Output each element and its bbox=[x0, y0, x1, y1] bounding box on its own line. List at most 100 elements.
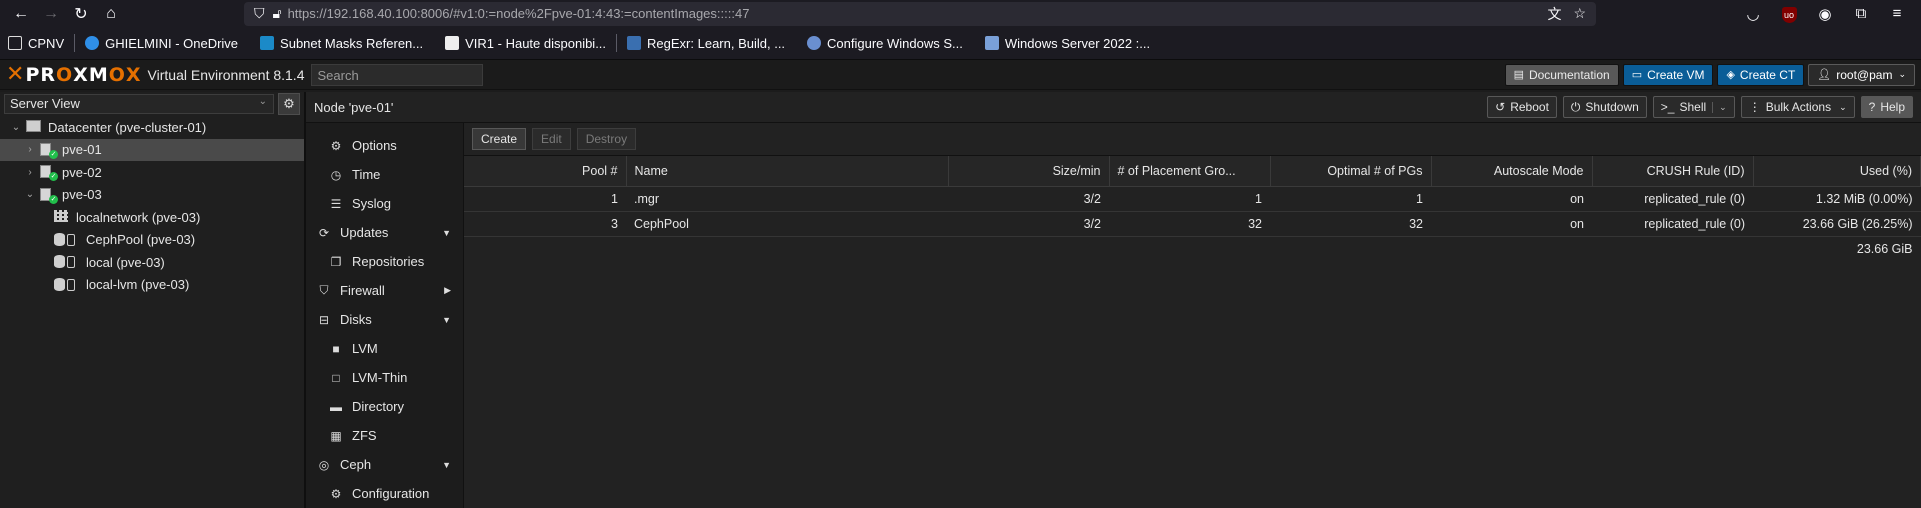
menu-lvm-thin[interactable]: □ LVM-Thin bbox=[306, 363, 463, 392]
menu-ceph-configuration[interactable]: ⚙ Configuration bbox=[306, 479, 463, 508]
url-path: :8006/#v1:0:=node%2Fpve-01:4:43:=content… bbox=[416, 6, 750, 21]
monitor-icon: ▭ bbox=[1631, 69, 1643, 81]
summary-row: 23.66 GiB bbox=[464, 236, 1921, 261]
account-icon[interactable]: ◉ bbox=[1807, 5, 1843, 23]
site-icon bbox=[260, 36, 275, 50]
col-pool-number[interactable]: Pool # bbox=[464, 156, 627, 187]
menu-repositories[interactable]: ❐ Repositories bbox=[306, 247, 463, 276]
menu-directory[interactable]: ▬ Directory bbox=[306, 392, 463, 421]
create-vm-button[interactable]: ▭ Create VM bbox=[1622, 63, 1714, 86]
reload-icon[interactable]: ↻ bbox=[66, 0, 96, 27]
forward-icon[interactable]: → bbox=[36, 0, 66, 27]
menu-options[interactable]: ⚙ Options bbox=[306, 131, 463, 160]
reboot-icon: ↺ bbox=[1495, 100, 1506, 114]
menu-updates[interactable]: ⟳ Updates ▼ bbox=[306, 218, 463, 247]
notion-icon bbox=[445, 36, 460, 50]
power-icon: ⏻ bbox=[1570, 99, 1581, 114]
help-button[interactable]: ? Help bbox=[1860, 96, 1913, 118]
menu-disks[interactable]: ⊟ Disks ▼ bbox=[306, 305, 463, 334]
bookmark-vir1[interactable]: VIR1 - Haute disponibi... bbox=[445, 36, 606, 51]
col-size-min[interactable]: Size/min bbox=[948, 156, 1110, 187]
col-placement-groups[interactable]: # of Placement Gro... bbox=[1109, 156, 1271, 187]
database-icon bbox=[54, 232, 80, 247]
chevron-down-icon[interactable]: ⌄ bbox=[1712, 101, 1727, 113]
chevron-down-icon: ⌄ bbox=[1898, 69, 1906, 79]
bookmark-configure-windows[interactable]: Configure Windows S... bbox=[807, 36, 963, 51]
folder-icon bbox=[8, 36, 22, 50]
ublock-icon[interactable]: uo bbox=[1771, 5, 1807, 23]
create-button[interactable]: Create bbox=[472, 128, 527, 150]
col-name[interactable]: Name bbox=[626, 156, 949, 187]
gear-icon[interactable]: ⚙ bbox=[278, 93, 300, 115]
node-title: Node 'pve-01' bbox=[314, 99, 394, 115]
url-host: https://192.168.40.100 bbox=[287, 6, 417, 21]
view-selector[interactable]: Server View ⌄ bbox=[4, 94, 274, 114]
terminal-icon: >_ bbox=[1660, 100, 1675, 114]
reboot-button[interactable]: ↺ Reboot bbox=[1487, 96, 1557, 118]
home-icon[interactable]: ⌂ bbox=[96, 0, 126, 27]
destroy-button[interactable]: Destroy bbox=[576, 128, 637, 150]
list-icon: ☰ bbox=[330, 196, 342, 211]
bookmark-subnet[interactable]: Subnet Masks Referen... bbox=[260, 36, 423, 51]
user-icon: 👤︎ bbox=[1817, 69, 1832, 81]
chevron-down-icon[interactable]: ⌄ bbox=[10, 122, 22, 133]
cloud-icon bbox=[85, 36, 100, 50]
menu-lvm[interactable]: ■ LVM bbox=[306, 334, 463, 363]
caret-down-icon: ▼ bbox=[442, 314, 451, 325]
tree-storage-local-lvm[interactable]: local-lvm (pve-03) bbox=[0, 274, 304, 297]
datacenter-icon bbox=[26, 120, 42, 134]
bulk-actions-button[interactable]: ⋮ Bulk Actions ⌄ bbox=[1740, 96, 1855, 118]
shell-button[interactable]: >_ Shell ⌄ bbox=[1652, 96, 1735, 118]
documentation-button[interactable]: ▤ Documentation bbox=[1504, 63, 1619, 86]
node-menu: ⚙ Options ◷ Time ☰ Syslog ⟳ Updates ▼ ❐ Reposi… bbox=[306, 123, 464, 508]
tree-node-pve-02[interactable]: › ✓ pve-02 bbox=[0, 161, 304, 184]
database-icon bbox=[54, 255, 80, 269]
pools-toolbar: Create Edit Destroy bbox=[464, 123, 1921, 156]
square-outline-icon: □ bbox=[332, 370, 340, 385]
tree-datacenter[interactable]: ⌄ Datacenter (pve-cluster-01) bbox=[0, 116, 304, 139]
bookmark-regexr[interactable]: RegExr: Learn, Build, ... bbox=[627, 36, 785, 51]
ceph-icon: ◎ bbox=[318, 457, 330, 472]
menu-zfs[interactable]: ▦ ZFS bbox=[306, 421, 463, 450]
shutdown-button[interactable]: ⏻ Shutdown bbox=[1562, 96, 1647, 118]
col-crush-rule[interactable]: CRUSH Rule (ID) bbox=[1592, 156, 1754, 187]
bookmark-onedrive[interactable]: GHIELMINI - OneDrive bbox=[85, 36, 238, 51]
edit-button[interactable]: Edit bbox=[532, 128, 571, 150]
tree-storage-cephpool[interactable]: CephPool (pve-03) bbox=[0, 229, 304, 252]
menu-icon[interactable]: ≡ bbox=[1879, 5, 1915, 22]
col-optimal-pgs[interactable]: Optimal # of PGs bbox=[1270, 156, 1432, 187]
search-input[interactable]: Search bbox=[310, 63, 483, 86]
url-bar[interactable]: ⛉ 🔓︎ https://192.168.40.100:8006/#v1:0:=… bbox=[244, 1, 1596, 26]
create-ct-button[interactable]: ◈ Create CT bbox=[1717, 63, 1805, 86]
book-icon: ▤ bbox=[1513, 69, 1524, 81]
menu-ceph[interactable]: ◎ Ceph ▼ bbox=[306, 450, 463, 479]
clock-icon: ◷ bbox=[330, 167, 342, 182]
back-icon[interactable]: ← bbox=[6, 0, 36, 27]
tree-storage-localnetwork[interactable]: localnetwork (pve-03) bbox=[0, 206, 304, 229]
translate-icon[interactable]: 文 bbox=[1547, 4, 1561, 24]
chevron-right-icon[interactable]: › bbox=[24, 167, 36, 178]
table-row[interactable]: 1 .mgr 3/2 1 1 on replicated_rule (0) 1.… bbox=[464, 186, 1921, 212]
bookmark-windows-server[interactable]: Windows Server 2022 :... bbox=[984, 36, 1150, 51]
bookmark-cpnv[interactable]: CPNV bbox=[8, 36, 64, 51]
tree-node-pve-01[interactable]: › ✓ pve-01 bbox=[0, 138, 304, 161]
chevron-right-icon[interactable]: › bbox=[24, 144, 36, 155]
menu-firewall[interactable]: ⛉ Firewall ▶ bbox=[306, 276, 463, 305]
menu-time[interactable]: ◷ Time bbox=[306, 160, 463, 189]
tree-node-pve-03[interactable]: ⌄ ✓ pve-03 bbox=[0, 184, 304, 207]
chevron-down-icon: ⌄ bbox=[258, 96, 267, 107]
folder-icon: ▬ bbox=[330, 399, 342, 414]
square-icon: ■ bbox=[332, 341, 340, 356]
hdd-icon: ⊟ bbox=[318, 312, 330, 327]
chevron-down-icon[interactable]: ⌄ bbox=[24, 189, 36, 200]
table-row[interactable]: 3 CephPool 3/2 32 32 on replicated_rule … bbox=[464, 211, 1921, 237]
pocket-icon[interactable]: ◡ bbox=[1735, 5, 1771, 23]
col-used[interactable]: Used (%) bbox=[1753, 156, 1921, 187]
tree-storage-local[interactable]: local (pve-03) bbox=[0, 251, 304, 274]
user-menu-button[interactable]: 👤︎ root@pam ⌄ bbox=[1808, 63, 1915, 86]
star-icon[interactable]: ☆ bbox=[1573, 5, 1586, 22]
extensions-icon[interactable]: ⧉ bbox=[1843, 5, 1879, 22]
menu-syslog[interactable]: ☰ Syslog bbox=[306, 189, 463, 218]
shield-icon: ⛉ bbox=[319, 283, 329, 297]
col-autoscale-mode[interactable]: Autoscale Mode bbox=[1431, 156, 1593, 187]
